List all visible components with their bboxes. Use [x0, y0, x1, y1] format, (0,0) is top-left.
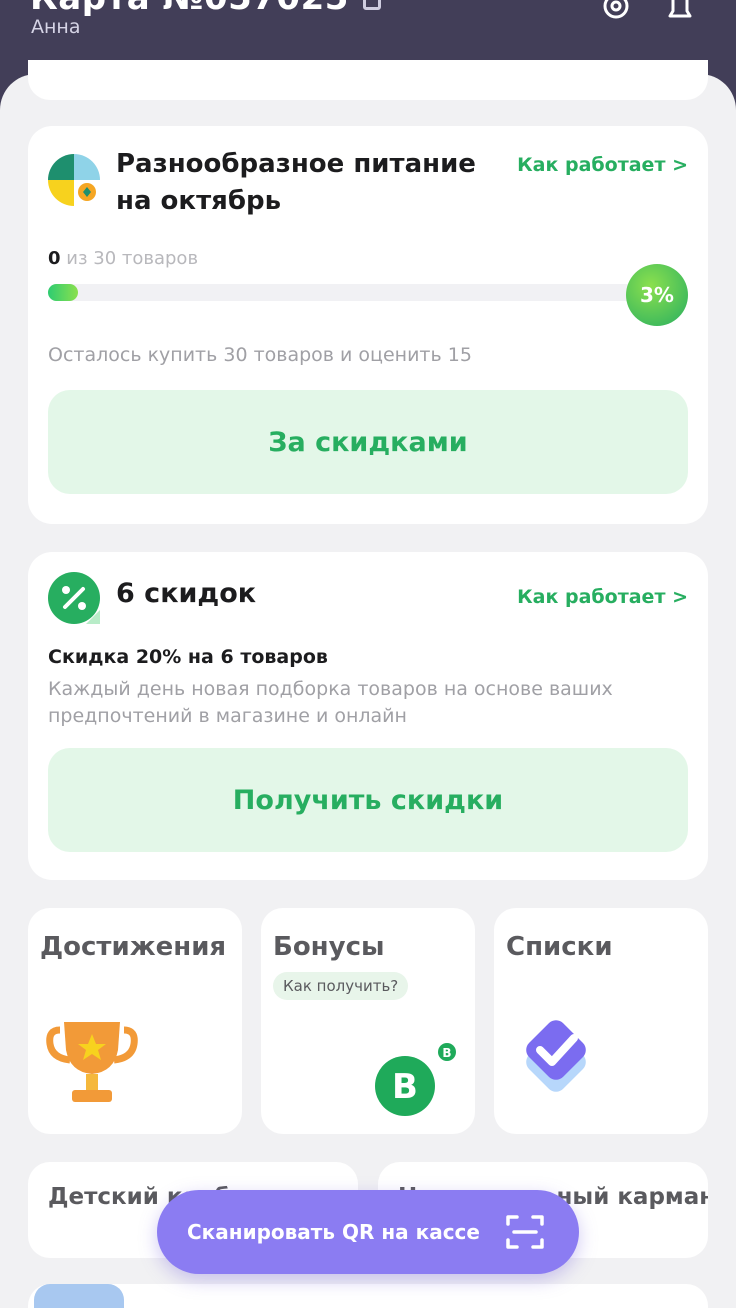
progress-total: из 30 товаров: [60, 248, 199, 269]
discount-percent-icon: [48, 572, 100, 624]
discounts-card[interactable]: 6 скидок Как работает > Скидка 20% на 6 …: [28, 552, 708, 880]
discounts-title: 6 скидок: [116, 578, 257, 609]
next-card-edge: [28, 1284, 708, 1308]
progress-fill: [48, 284, 78, 301]
progress-count: 0: [48, 248, 61, 269]
diverse-food-icon: [48, 154, 100, 206]
checklist-icon: [526, 1020, 586, 1092]
lists-tile[interactable]: Списки: [494, 908, 708, 1134]
tile-title: Бонусы: [273, 932, 385, 962]
how-it-works-link[interactable]: Как работает >: [517, 154, 688, 176]
tile-title: Списки: [506, 932, 613, 962]
qr-scan-icon: [506, 1215, 544, 1249]
settings-gear-icon[interactable]: [598, 0, 634, 24]
bonuses-tile[interactable]: Бонусы Как получить? B B: [261, 908, 475, 1134]
svg-text:B: B: [442, 1046, 451, 1060]
achievements-tile[interactable]: Достижения: [28, 908, 242, 1134]
scan-qr-button[interactable]: Сканировать QR на кассе: [157, 1190, 579, 1274]
progress-label: 0 из 30 товаров: [48, 248, 198, 269]
notifications-bell-icon[interactable]: [662, 0, 698, 24]
progress-bar: [48, 284, 648, 301]
next-card-banner: [34, 1284, 124, 1308]
scan-qr-label: Сканировать QR на кассе: [187, 1220, 480, 1244]
to-discounts-button[interactable]: За скидками: [48, 390, 688, 494]
trophy-icon: [46, 1022, 138, 1102]
get-discounts-button[interactable]: Получить скидки: [48, 748, 688, 852]
bonus-b-icon: B B: [375, 1040, 459, 1116]
how-to-get-chip[interactable]: Как получить?: [273, 972, 409, 1000]
previous-card-edge: [28, 60, 708, 100]
challenge-title: Разнообразное питание на октябрь: [116, 149, 476, 216]
progress-percent-badge: 3%: [626, 264, 688, 326]
remaining-text: Осталось купить 30 товаров и оценить 15: [48, 344, 472, 366]
card-title: Карта №057025: [30, 0, 381, 18]
svg-text:B: B: [392, 1067, 418, 1107]
challenge-card[interactable]: Разнообразное питание на октябрь Как раб…: [28, 126, 708, 524]
discount-description: Каждый день новая подборка товаров на ос…: [48, 678, 613, 727]
user-name: Анна: [31, 16, 81, 38]
copy-icon[interactable]: [362, 0, 381, 10]
how-it-works-link[interactable]: Как работает >: [517, 586, 688, 608]
tile-title: Достижения: [40, 932, 227, 962]
discount-headline: Скидка 20% на 6 товаров: [48, 646, 328, 668]
